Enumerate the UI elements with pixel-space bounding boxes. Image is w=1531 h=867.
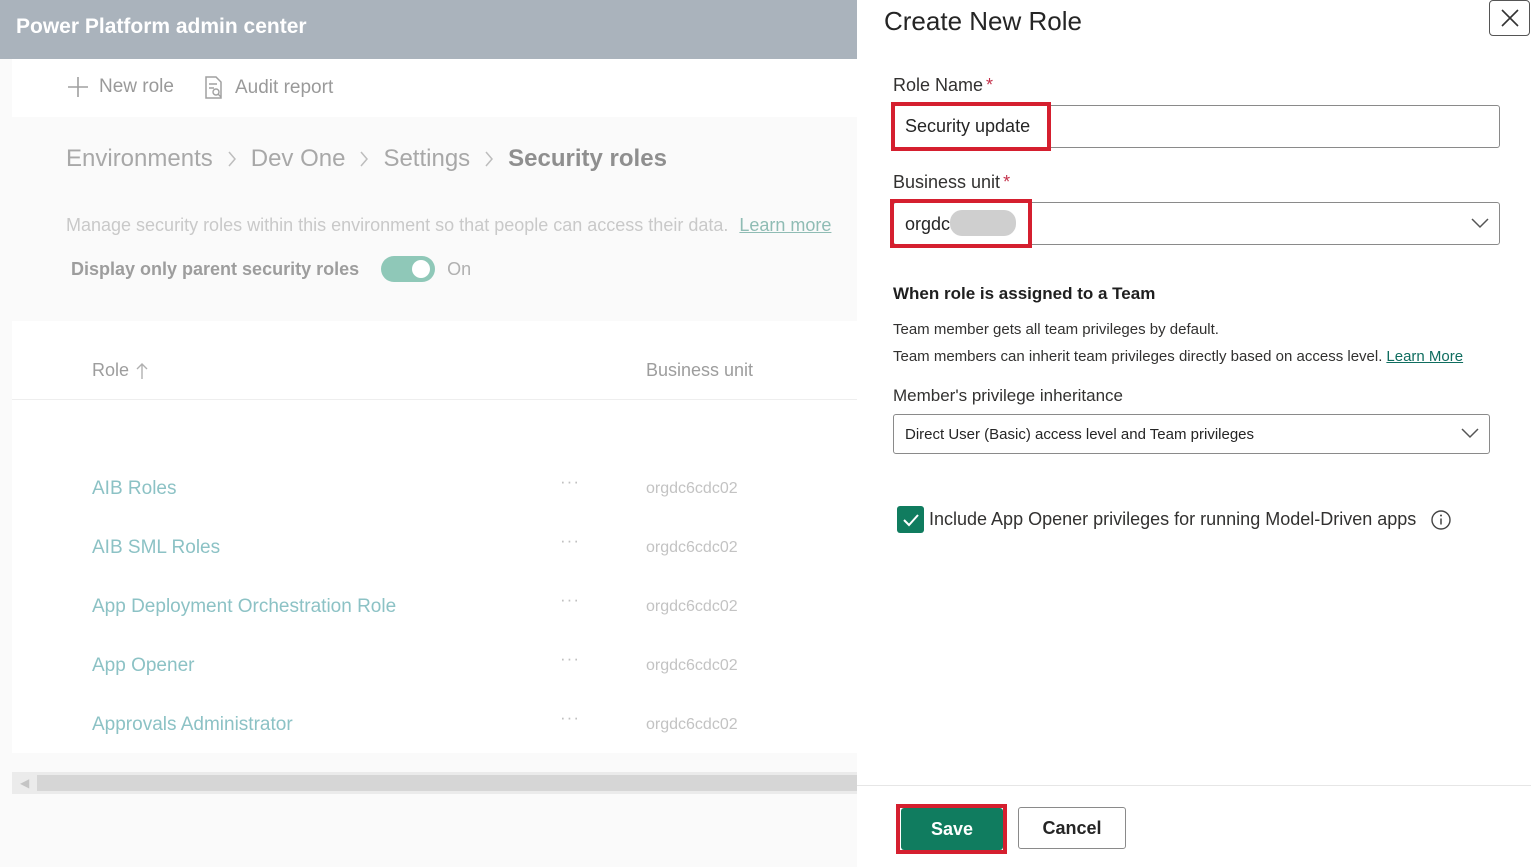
page-description: Manage security roles within this enviro… [66, 215, 831, 236]
role-name-label: Role Name * [893, 75, 993, 96]
chevron-right-icon [359, 151, 369, 167]
app-opener-checkbox-row: Include App Opener privileges for runnin… [897, 506, 1452, 533]
command-bar: New role Audit report [12, 59, 857, 117]
business-unit-cell: orgdc6cdc02 [646, 480, 738, 497]
more-options-icon[interactable]: ··· [560, 649, 580, 669]
roles-grid: Role Business unit AIB Roles ··· orgdc6cdc… [12, 321, 857, 794]
highlight-box-role-name [891, 102, 1051, 151]
audit-report-label: Audit report [235, 77, 334, 98]
table-row[interactable]: Approvals Administrator ··· orgdc6cdc02 [12, 696, 857, 755]
toggle-state: On [447, 258, 472, 279]
toggle-knob [412, 260, 431, 278]
app-opener-checkbox[interactable] [897, 506, 924, 533]
create-role-panel: Create New Role Role Name * Security upda… [857, 0, 1531, 867]
business-unit-cell: orgdc6cdc02 [646, 598, 738, 615]
toggle-label: Display only parent security roles [71, 258, 360, 279]
inheritance-value: Direct User (Basic) access level and Tea… [905, 426, 1255, 443]
breadcrumb-current: Security roles [508, 145, 667, 172]
role-name-link[interactable]: AIB Roles [92, 478, 176, 500]
role-name-link[interactable]: App Opener [92, 655, 194, 677]
chevron-down-icon [1471, 218, 1489, 229]
main-content: New role Audit report Environments Dev O… [0, 59, 857, 867]
team-info-text: Team members can inherit team privileges… [893, 348, 1383, 365]
more-options-icon[interactable]: ··· [560, 708, 580, 728]
parent-roles-toggle[interactable] [381, 256, 436, 282]
table-row[interactable]: App Deployment Orchestration Role ··· orgd… [12, 578, 857, 637]
grid-header: Role Business unit [12, 341, 857, 400]
required-mark: * [1003, 172, 1011, 192]
learn-more-link[interactable]: Learn more [739, 215, 831, 235]
cancel-button[interactable]: Cancel [1018, 807, 1126, 849]
team-info-line-2: Team members can inherit team privileges… [893, 348, 1463, 365]
highlight-box-business-unit [890, 199, 1032, 248]
panel-title: Create New Role [884, 6, 1082, 36]
column-header-business-unit[interactable]: Business unit [646, 360, 753, 381]
team-info-line-1: Team member gets all team privileges by … [893, 321, 1219, 338]
parent-roles-toggle-row: Display only parent security roles On [71, 256, 471, 282]
table-row[interactable]: AIB SML Roles ··· orgdc6cdc02 [12, 519, 857, 578]
breadcrumb-settings[interactable]: Settings [383, 145, 470, 173]
business-unit-cell: orgdc6cdc02 [646, 657, 738, 674]
close-button[interactable] [1489, 0, 1530, 36]
inheritance-label: Member's privilege inheritance [893, 386, 1124, 405]
role-name-label-text: Role Name [893, 75, 984, 95]
plus-icon [68, 77, 88, 97]
business-unit-cell: orgdc6cdc02 [646, 539, 738, 556]
role-name-link[interactable]: Approvals Administrator [92, 714, 293, 736]
breadcrumb: Environments Dev One Settings Security r… [66, 145, 667, 173]
more-options-icon[interactable]: ··· [560, 472, 580, 492]
scrollbar-thumb[interactable] [37, 775, 857, 791]
more-options-icon[interactable]: ··· [560, 590, 580, 610]
column-role-label: Role [92, 360, 130, 380]
breadcrumb-environments[interactable]: Environments [66, 145, 213, 173]
role-name-link[interactable]: App Deployment Orchestration Role [92, 596, 396, 618]
new-role-label: New role [99, 76, 174, 97]
sort-ascending-icon [136, 362, 148, 379]
app-title: Power Platform admin center [16, 15, 307, 38]
scroll-left-icon[interactable]: ◀ [20, 776, 29, 790]
chevron-right-icon [484, 151, 494, 167]
required-mark: * [986, 75, 994, 95]
audit-report-button[interactable]: Audit report [203, 76, 333, 100]
chevron-right-icon [227, 151, 237, 167]
app-opener-checkbox-label: Include App Opener privileges for runnin… [929, 509, 1417, 529]
document-search-icon [205, 76, 222, 99]
column-header-role[interactable]: Role [92, 360, 149, 381]
new-role-button[interactable]: New role [67, 76, 174, 98]
description-text: Manage security roles within this enviro… [66, 215, 729, 235]
highlight-box-save [896, 804, 1007, 854]
breadcrumb-dev-one[interactable]: Dev One [251, 145, 346, 173]
chevron-down-icon [1461, 428, 1479, 439]
info-icon[interactable] [1430, 509, 1452, 531]
more-options-icon[interactable]: ··· [560, 531, 580, 551]
business-unit-label: Business unit * [893, 172, 1010, 193]
close-icon [1500, 9, 1519, 27]
team-learn-more-link[interactable]: Learn More [1386, 348, 1463, 365]
business-unit-label-text: Business unit [893, 172, 1001, 192]
business-unit-cell: orgdc6cdc02 [646, 716, 738, 733]
role-name-link[interactable]: AIB SML Roles [92, 537, 220, 559]
footer-divider [857, 785, 1531, 786]
table-row[interactable]: AIB Roles ··· orgdc6cdc02 [12, 460, 857, 519]
horizontal-scrollbar[interactable]: ◀ [12, 772, 857, 794]
team-section-heading: When role is assigned to a Team [893, 284, 1156, 303]
table-row[interactable]: App Opener ··· orgdc6cdc02 [12, 637, 857, 696]
inheritance-select[interactable]: Direct User (Basic) access level and Tea… [893, 414, 1490, 454]
checkmark-icon [902, 513, 919, 526]
